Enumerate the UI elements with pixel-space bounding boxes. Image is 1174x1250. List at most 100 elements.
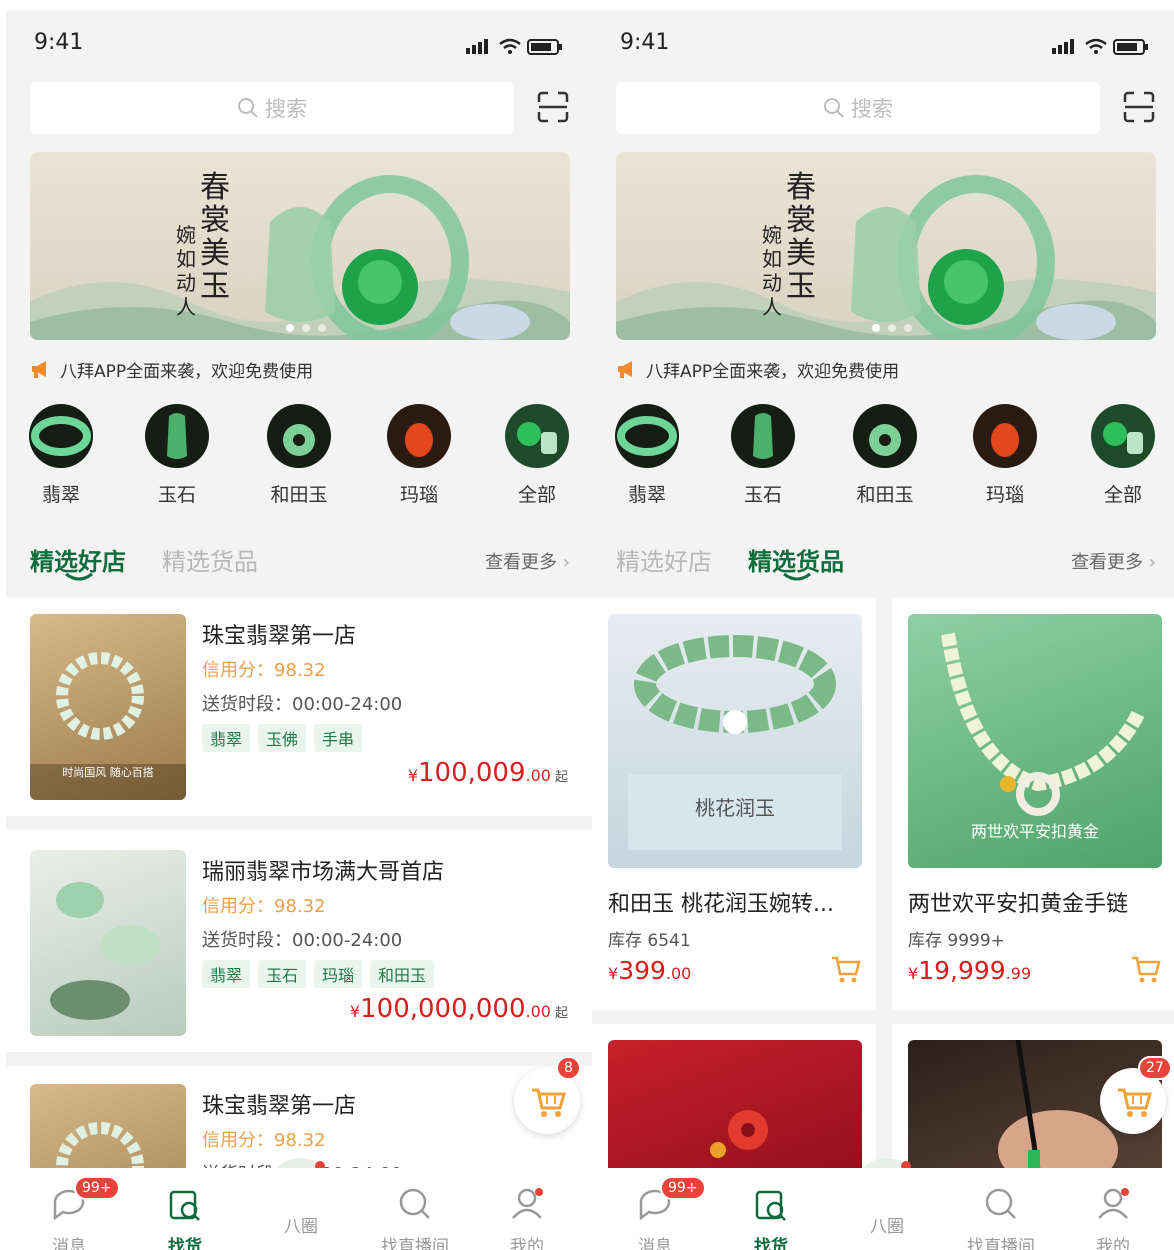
add-to-cart-icon[interactable]: [1130, 954, 1162, 986]
notice-bar[interactable]: 八拜APP全面来袭，欢迎免费使用: [30, 356, 313, 382]
shop-price: ¥100,009.00 起: [407, 758, 568, 788]
category-yushi[interactable]: 玉石: [718, 404, 808, 507]
nav-live-rooms[interactable]: 找直播间: [370, 1184, 460, 1250]
message-badge: 99+: [660, 1176, 706, 1200]
megaphone-icon: [32, 361, 46, 378]
product-card[interactable]: [592, 1024, 876, 1178]
search-icon: [985, 1188, 1016, 1219]
tab-underline: [783, 572, 811, 581]
banner-headline-1: 春: [200, 170, 230, 205]
chevron-right-icon: ›: [1148, 552, 1156, 573]
category-yushi[interactable]: 玉石: [132, 404, 222, 507]
nav-messages[interactable]: 消息 99+: [24, 1176, 120, 1250]
nav-mine[interactable]: 我的: [482, 1184, 572, 1250]
product-price: ¥19,999.99: [908, 956, 1032, 985]
floating-cart-button[interactable]: 8: [514, 1056, 581, 1134]
shop-name: 瑞丽翡翠市场满大哥首店: [202, 860, 445, 885]
shop-name: 珠宝翡翠第一店: [202, 624, 357, 649]
notice-bar[interactable]: 八拜APP全面来袭，欢迎免费使用: [616, 356, 899, 382]
svg-text:婉: 婉: [762, 223, 782, 247]
category-label: 全部: [1103, 484, 1142, 506]
nav-bagquan[interactable]: 八圈: [842, 1208, 932, 1237]
nav-label: 找直播间: [967, 1237, 1035, 1250]
view-more-link[interactable]: 查看更多 ›: [1071, 548, 1156, 574]
category-image: [145, 404, 209, 468]
shop-hours: 送货时段：00:00-24:00: [202, 930, 403, 951]
nav-mine[interactable]: 我的: [1068, 1184, 1158, 1250]
category-image: [29, 404, 93, 468]
svg-text:婉: 婉: [176, 223, 196, 247]
nav-label: 八圈: [870, 1217, 904, 1237]
product-image-caption: 两世欢平安扣黄金: [970, 822, 1099, 841]
shop-tag: 翡翠: [202, 960, 251, 988]
category-feicui[interactable]: 翡翠: [16, 404, 106, 507]
nav-find-goods[interactable]: 找货: [726, 1184, 816, 1250]
svg-text:人: 人: [762, 295, 782, 319]
shop-tag: 翡翠: [202, 724, 251, 752]
category-all[interactable]: 全部: [492, 404, 582, 507]
category-manao[interactable]: 玛瑙: [374, 404, 464, 507]
shop-tag: 和田玉: [370, 960, 435, 988]
search-placeholder: 搜索: [851, 97, 893, 121]
notice-text: 八拜APP全面来袭，欢迎免费使用: [60, 361, 314, 382]
shop-image: 时尚国风 随心百搭: [30, 614, 186, 800]
category-hetianyu[interactable]: 和田玉: [254, 404, 344, 507]
tab-shops[interactable]: 精选好店: [616, 542, 712, 577]
svg-text:春: 春: [786, 170, 816, 205]
shop-price: ¥100,000,000.00 起: [349, 994, 568, 1024]
product-card[interactable]: 两世欢平安扣黄金 两世欢平安扣黄金手链 库存 9999+ ¥19,999.99: [908, 614, 1174, 1000]
search-input[interactable]: 搜索: [616, 82, 1100, 134]
shop-image-caption: 时尚国风 随心百搭: [62, 766, 154, 779]
category-hetianyu[interactable]: 和田玉: [840, 404, 930, 507]
nav-label: 找直播间: [381, 1237, 449, 1250]
category-image: [267, 404, 331, 468]
shop-card[interactable]: 瑞丽翡翠市场满大哥首店 信用分：98.32 送货时段：00:00-24:00 翡…: [6, 834, 592, 1052]
floating-cart-button[interactable]: 27: [1100, 1056, 1172, 1134]
section-tabs: 精选好店 精选货品 查看更多 ›: [30, 542, 570, 586]
view-more-link[interactable]: 查看更多 ›: [485, 548, 570, 574]
category-row: 翡翠 玉石 和田玉 玛瑙 全部: [6, 404, 592, 514]
category-image: [615, 404, 679, 468]
notice-text: 八拜APP全面来袭，欢迎免费使用: [646, 361, 900, 382]
shop-card[interactable]: 时尚国风 随心百搭 珠宝翡翠第一店 信用分：98.32 送货时段：00:00-2…: [6, 598, 592, 816]
search-icon: [399, 1188, 430, 1219]
tab-goods[interactable]: 精选货品: [162, 542, 258, 577]
shop-tag: 手串: [314, 724, 363, 752]
nav-messages[interactable]: 消息 99+: [610, 1176, 706, 1250]
cart-count-badge: 27: [1138, 1056, 1172, 1080]
svg-text:玉: 玉: [786, 269, 816, 304]
scan-icon[interactable]: [1122, 90, 1156, 124]
svg-text:美: 美: [200, 236, 230, 271]
category-label: 翡翠: [41, 484, 80, 506]
category-label: 和田玉: [270, 484, 328, 506]
search-input[interactable]: 搜索: [30, 82, 514, 134]
view-more-label: 查看更多: [1071, 552, 1144, 573]
product-card[interactable]: 桃花润玉 和田玉 桃花润玉婉转... 库存 6541 ¥399.00: [608, 614, 876, 1000]
search-icon: [824, 98, 844, 118]
status-icons: [466, 38, 562, 55]
category-manao[interactable]: 玛瑙: [960, 404, 1050, 507]
category-label: 全部: [517, 484, 556, 506]
nav-find-goods[interactable]: 找货: [140, 1184, 230, 1250]
status-icons: [1052, 38, 1148, 55]
message-badge: 99+: [74, 1176, 120, 1200]
find-goods-icon: [169, 1190, 200, 1221]
category-feicui[interactable]: 翡翠: [602, 404, 692, 507]
scan-icon[interactable]: [536, 90, 570, 124]
shop-tags: 翡翠 玉佛 手串: [202, 724, 363, 752]
promo-banner[interactable]: 春 裳 美 玉 婉 如 动 人: [30, 152, 570, 340]
promo-banner[interactable]: 春 裳 美 玉 婉 如 动 人: [616, 152, 1156, 340]
nav-label: 消息: [638, 1237, 672, 1250]
nav-bagquan[interactable]: 八圈: [256, 1208, 346, 1237]
product-image: 两世欢平安扣黄金: [908, 614, 1162, 868]
user-icon: [512, 1188, 543, 1219]
svg-text:动: 动: [176, 271, 196, 295]
category-all[interactable]: 全部: [1078, 404, 1168, 507]
shop-score: 信用分：98.32: [202, 1130, 326, 1151]
nav-live-rooms[interactable]: 找直播间: [956, 1184, 1046, 1250]
category-image: [1091, 404, 1155, 468]
megaphone-icon: [618, 361, 632, 378]
product-grid: 桃花润玉 和田玉 桃花润玉婉转... 库存 6541 ¥399.00 两世欢平安…: [592, 598, 1174, 1178]
add-to-cart-icon[interactable]: [830, 954, 862, 986]
category-label: 玉石: [157, 484, 196, 506]
